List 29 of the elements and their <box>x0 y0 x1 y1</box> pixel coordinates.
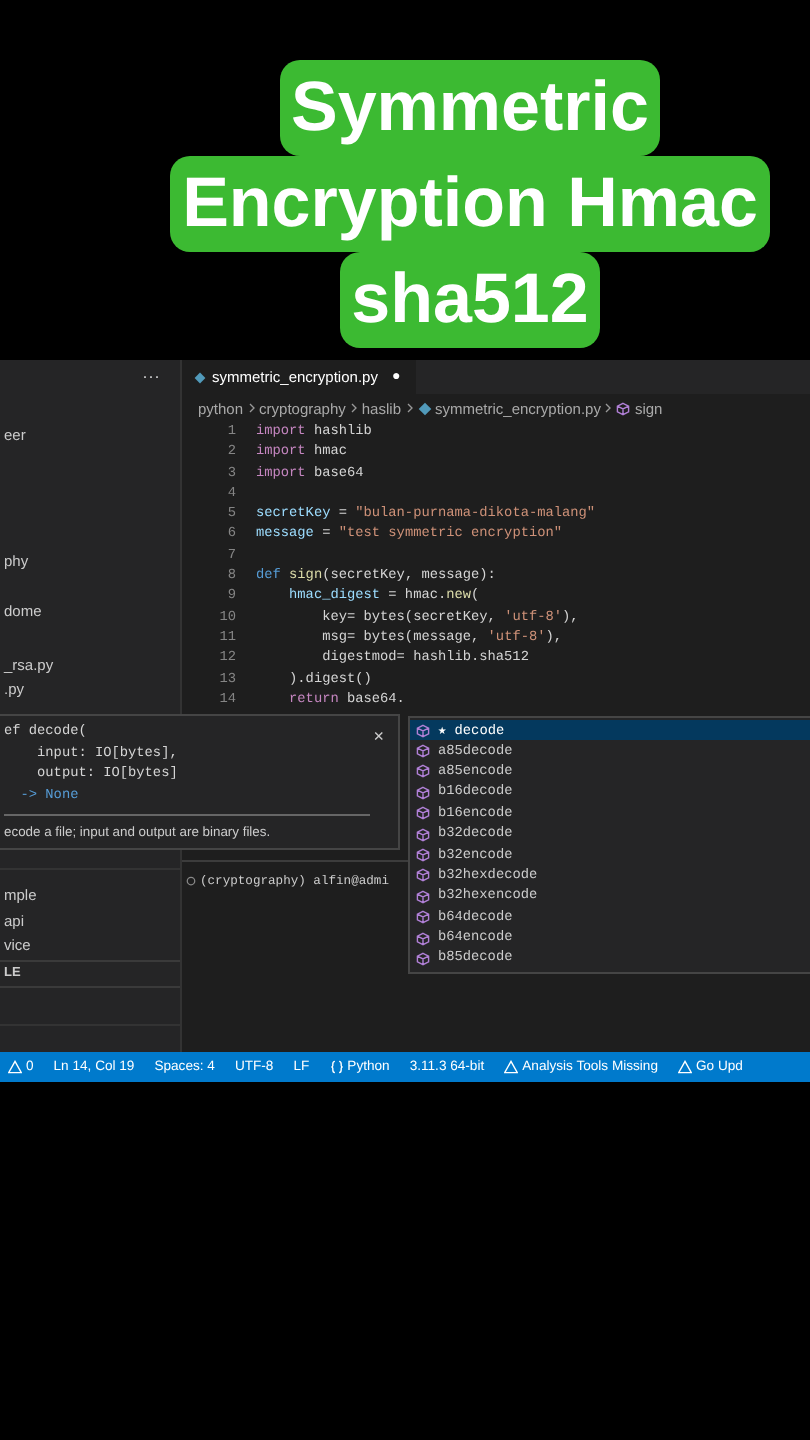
cube-icon <box>416 744 430 759</box>
cube-icon <box>416 785 430 800</box>
video-title: Symmetric <box>279 60 661 156</box>
cube-icon <box>616 401 631 415</box>
cube-icon <box>416 951 430 966</box>
cube-icon <box>416 723 430 738</box>
python-file-icon <box>194 371 206 383</box>
braces-icon <box>329 1060 344 1074</box>
circle-icon <box>186 876 196 886</box>
cube-icon <box>416 806 430 821</box>
cube-icon <box>416 868 430 883</box>
cube-icon <box>416 889 430 904</box>
cube-icon <box>416 910 430 925</box>
cube-icon <box>416 931 430 946</box>
cube-icon <box>416 848 430 863</box>
cube-icon <box>416 764 430 779</box>
python-file-icon <box>417 401 431 415</box>
warning-icon <box>504 1060 519 1074</box>
close-button[interactable]: × <box>367 722 390 750</box>
video-title: Encryption Hmac <box>170 156 770 252</box>
video-title: sha512 <box>339 252 601 348</box>
more-actions-button[interactable]: ··· <box>142 366 160 386</box>
chevron-icon <box>604 402 613 414</box>
chevron-icon <box>247 402 256 414</box>
warning-icon <box>678 1060 692 1074</box>
warning-icon <box>8 1060 22 1074</box>
cube-icon <box>416 827 430 842</box>
chevron-icon <box>405 402 413 414</box>
chevron-icon <box>349 402 358 414</box>
